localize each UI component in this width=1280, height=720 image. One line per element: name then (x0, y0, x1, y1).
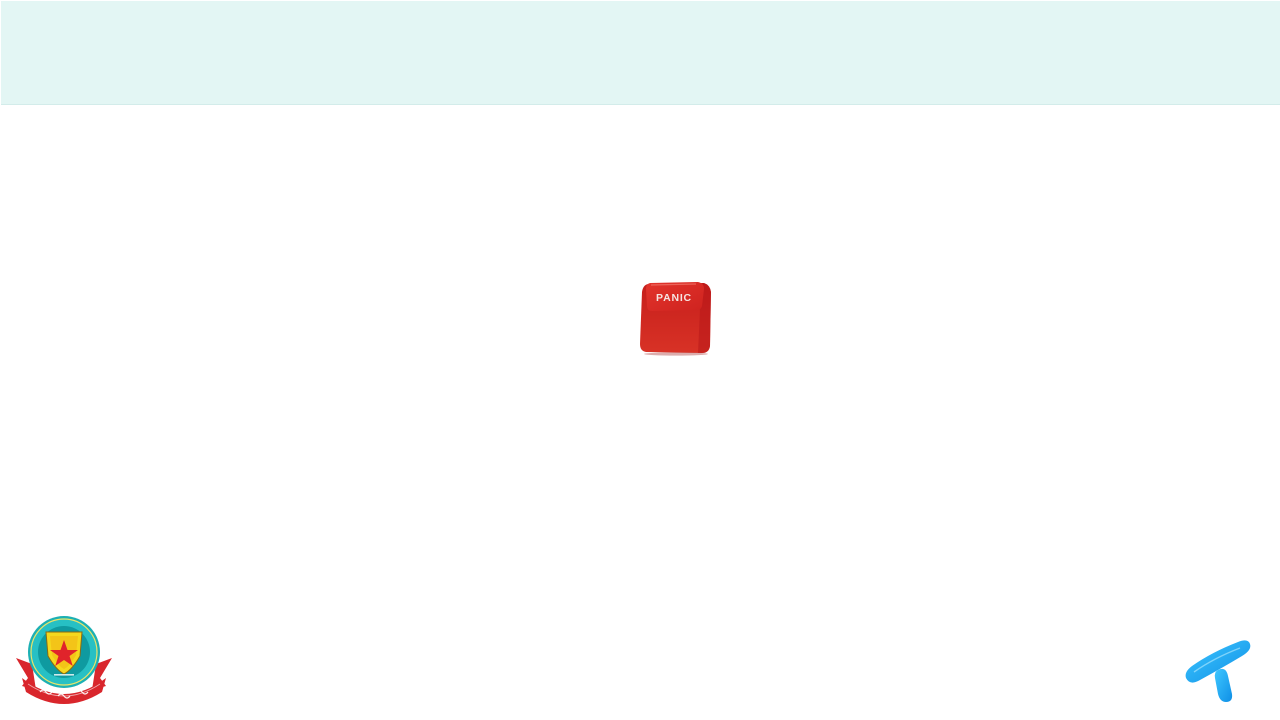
panic-keycap-icon: PANIC (638, 280, 714, 356)
panic-key-label: PANIC (656, 292, 692, 304)
slide: PANIC (0, 0, 1280, 720)
police-emblem-icon (14, 612, 114, 706)
header-band (1, 1, 1280, 105)
telenor-logo-icon (1182, 634, 1254, 704)
